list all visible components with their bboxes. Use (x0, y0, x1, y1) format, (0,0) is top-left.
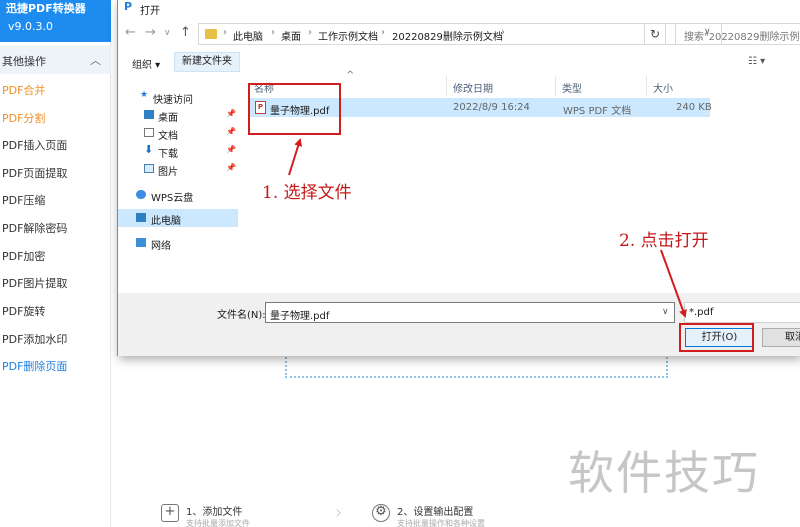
annotation-arrows (288, 138, 687, 318)
annotation-step2: 2. 点击打开 (619, 231, 709, 251)
arrow-to-open-button (660, 249, 687, 318)
annotation-step1: 1. 选择文件 (262, 183, 352, 203)
arrow-to-file (288, 138, 303, 176)
